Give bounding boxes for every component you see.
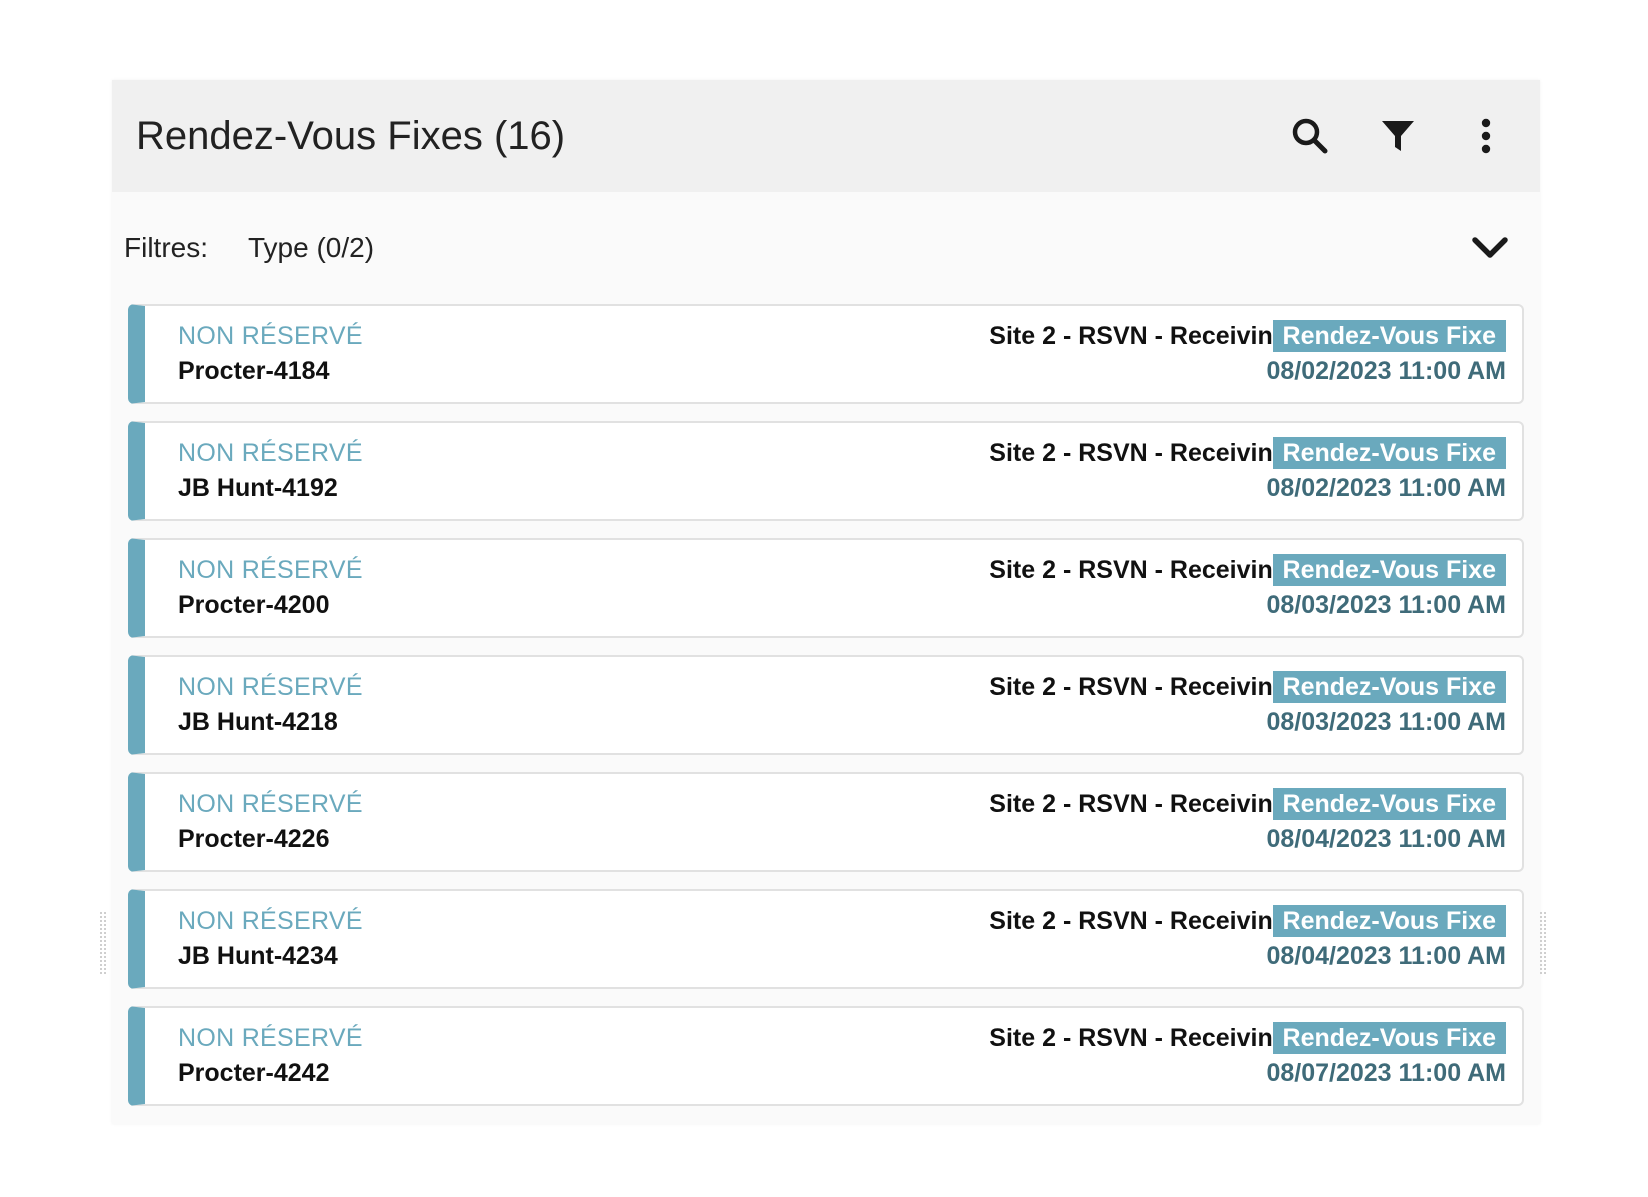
appointment-name: JB Hunt-4192: [178, 474, 338, 502]
appointment-name: JB Hunt-4234: [178, 942, 338, 970]
appointment-status: NON RÉSERVÉ: [178, 556, 363, 584]
appointment-name: Procter-4242: [178, 1059, 330, 1087]
appointment-card[interactable]: NON RÉSERVÉ JB Hunt-4234 Site 2 - RSVN -…: [128, 889, 1524, 989]
appointment-status: NON RÉSERVÉ: [178, 322, 363, 350]
appointment-card[interactable]: NON RÉSERVÉ JB Hunt-4192 Site 2 - RSVN -…: [128, 421, 1524, 521]
appointment-type-badge: Rendez-Vous Fixe: [1272, 905, 1506, 937]
fixed-appointments-panel: Rendez-Vous Fixes (16) Filtres: Type (0/…: [112, 80, 1540, 1124]
filter-icon: [1382, 121, 1414, 151]
appointment-type-badge: Rendez-Vous Fixe: [1272, 554, 1506, 586]
appointment-card[interactable]: NON RÉSERVÉ Procter-4200 Site 2 - RSVN -…: [128, 538, 1524, 638]
appointment-name: JB Hunt-4218: [178, 708, 338, 736]
appointment-site: Site 2 - RSVN - Receiving: [989, 1024, 1288, 1052]
header-actions: [1288, 80, 1508, 192]
appointment-type-badge: Rendez-Vous Fixe: [1272, 671, 1506, 703]
page-title: Rendez-Vous Fixes (16): [136, 113, 566, 158]
search-icon: [1292, 118, 1328, 154]
appointment-card[interactable]: NON RÉSERVÉ Procter-4184 Site 2 - RSVN -…: [128, 304, 1524, 404]
appointment-name: Procter-4226: [178, 825, 330, 853]
filter-button[interactable]: [1376, 114, 1420, 158]
appointment-type-badge: Rendez-Vous Fixe: [1272, 788, 1506, 820]
appointment-site: Site 2 - RSVN - Receiving: [989, 439, 1288, 467]
more-vertical-icon: [1481, 118, 1491, 154]
appointment-site: Site 2 - RSVN - Receiving: [989, 790, 1288, 818]
appointment-status: NON RÉSERVÉ: [178, 1024, 363, 1052]
appointment-status: NON RÉSERVÉ: [178, 439, 363, 467]
panel-header: Rendez-Vous Fixes (16): [112, 80, 1540, 192]
chevron-down-icon: [1472, 237, 1508, 258]
appointment-name: Procter-4200: [178, 591, 330, 619]
left-resize-handle[interactable]: [100, 912, 106, 974]
appointment-type-badge: Rendez-Vous Fixe: [1272, 320, 1506, 352]
appointment-list: NON RÉSERVÉ Procter-4184 Site 2 - RSVN -…: [112, 304, 1540, 1106]
appointment-status: NON RÉSERVÉ: [178, 790, 363, 818]
filter-chip-type[interactable]: Type (0/2): [248, 232, 374, 264]
appointment-site: Site 2 - RSVN - Receiving: [989, 322, 1288, 350]
appointment-date: 08/03/2023 11:00 AM: [1266, 708, 1506, 736]
right-resize-handle[interactable]: [1540, 912, 1546, 974]
search-button[interactable]: [1288, 114, 1332, 158]
appointment-date: 08/02/2023 11:00 AM: [1266, 357, 1506, 385]
appointment-status: NON RÉSERVÉ: [178, 907, 363, 935]
filter-label: Filtres:: [124, 232, 208, 263]
appointment-site: Site 2 - RSVN - Receiving: [989, 673, 1288, 701]
appointment-status: NON RÉSERVÉ: [178, 673, 363, 701]
appointment-site: Site 2 - RSVN - Receiving: [989, 907, 1288, 935]
appointment-date: 08/07/2023 11:00 AM: [1266, 1059, 1506, 1087]
appointment-card[interactable]: NON RÉSERVÉ Procter-4226 Site 2 - RSVN -…: [128, 772, 1524, 872]
appointment-date: 08/02/2023 11:00 AM: [1266, 474, 1506, 502]
appointment-date: 08/04/2023 11:00 AM: [1266, 825, 1506, 853]
filter-expand-toggle[interactable]: [1466, 228, 1514, 268]
filter-bar: Filtres: Type (0/2): [112, 192, 1540, 304]
appointment-type-badge: Rendez-Vous Fixe: [1272, 1022, 1506, 1054]
appointment-type-badge: Rendez-Vous Fixe: [1272, 437, 1506, 469]
appointment-card[interactable]: NON RÉSERVÉ Procter-4242 Site 2 - RSVN -…: [128, 1006, 1524, 1106]
appointment-name: Procter-4184: [178, 357, 330, 385]
appointment-card[interactable]: NON RÉSERVÉ JB Hunt-4218 Site 2 - RSVN -…: [128, 655, 1524, 755]
appointment-date: 08/03/2023 11:00 AM: [1266, 591, 1506, 619]
appointment-site: Site 2 - RSVN - Receiving: [989, 556, 1288, 584]
more-options-button[interactable]: [1464, 114, 1508, 158]
appointment-date: 08/04/2023 11:00 AM: [1266, 942, 1506, 970]
